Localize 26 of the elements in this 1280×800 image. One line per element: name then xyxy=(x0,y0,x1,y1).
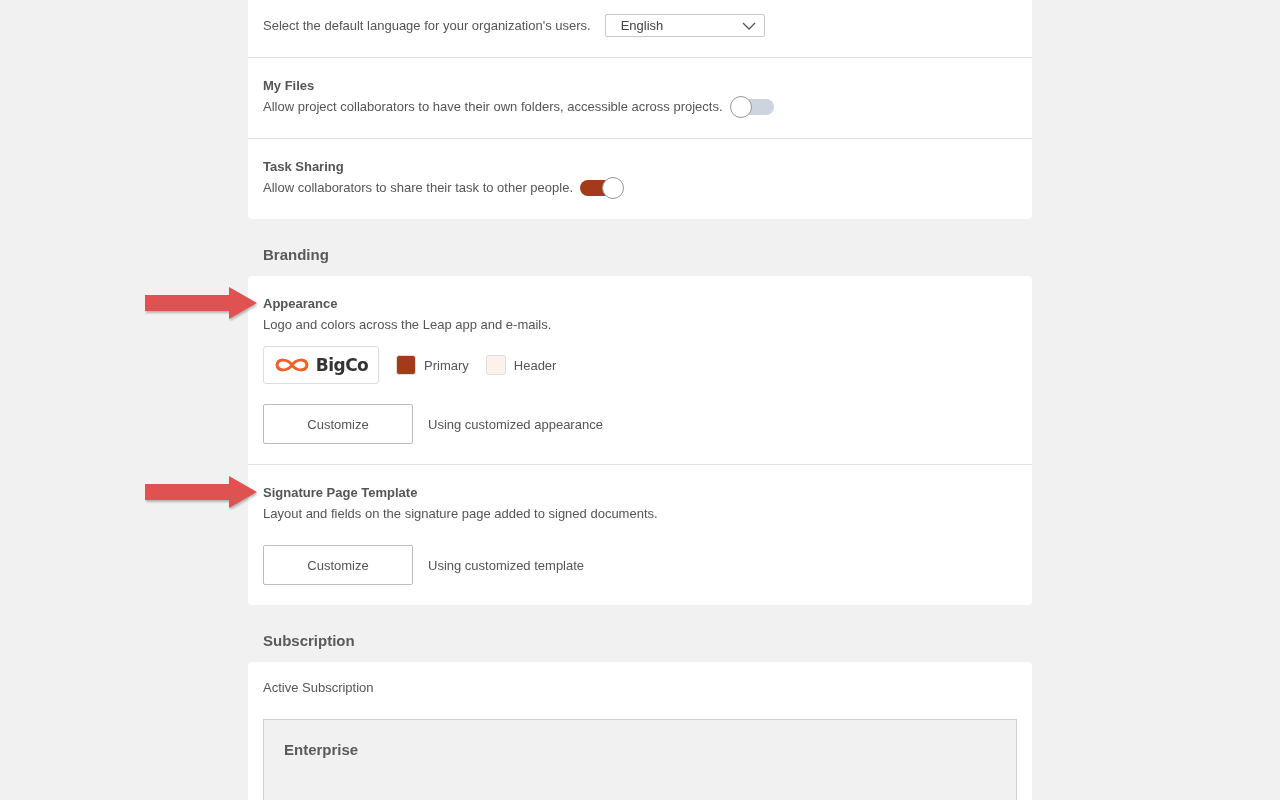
customize-button[interactable]: Customize xyxy=(263,545,413,585)
section-heading: Subscription xyxy=(262,631,356,651)
plan-name: Enterprise xyxy=(284,740,360,760)
setting-description: Layout and fields on the signature page added to signed documents. xyxy=(263,505,659,523)
toggle-switch[interactable] xyxy=(729,96,774,118)
swatch-label: Primary xyxy=(424,357,469,373)
setting-description: Allow collaborators to share their task to other people. xyxy=(263,179,573,197)
color-swatch[interactable] xyxy=(396,355,416,375)
setting-title: Task Sharing xyxy=(263,158,344,176)
setting-description: Logo and colors across the Leap app and e-mails. xyxy=(263,316,553,334)
setting-description: Allow project collaborators to have their own folders, accessible across projects. xyxy=(263,98,723,116)
status-text: Using customized template xyxy=(428,557,585,573)
section-heading: Branding xyxy=(262,245,330,265)
language-dropdown[interactable]: English xyxy=(604,14,765,37)
toggle-switch[interactable] xyxy=(580,177,624,199)
color-swatch[interactable] xyxy=(485,355,506,375)
swatch-label: Header xyxy=(513,357,557,373)
subscription-label: Active Subscription xyxy=(263,679,375,697)
setting-title: Signature Page Template xyxy=(263,484,418,502)
setting-title: My Files xyxy=(263,77,315,95)
customize-button[interactable]: Customize xyxy=(263,404,413,444)
status-text: Using customized appearance xyxy=(428,416,603,432)
setting-title: Appearance xyxy=(263,295,338,313)
setting-description: Select the default language for your organization's users. xyxy=(263,16,591,35)
chevron-down-icon xyxy=(741,21,756,30)
company-logo: BigCo xyxy=(263,346,379,384)
